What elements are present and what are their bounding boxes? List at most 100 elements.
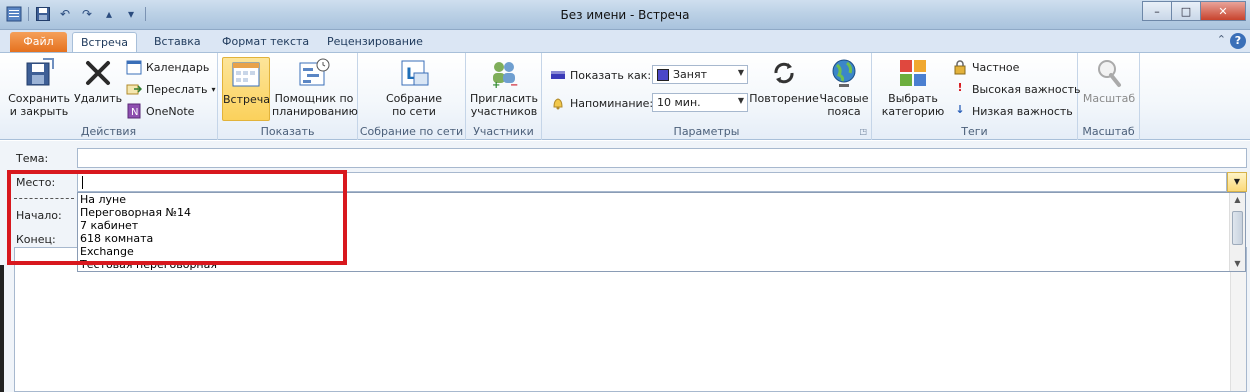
save-close-label: Сохранить и закрыть [8, 92, 70, 118]
lock-icon [952, 59, 968, 75]
online-meeting-icon: L [398, 57, 430, 89]
high-importance-button[interactable]: ! Высокая важность [952, 81, 1080, 97]
categorize-label: Выбрать категорию [881, 92, 945, 118]
left-edge-bar [0, 265, 4, 392]
chevron-down-icon: ▾ [211, 84, 216, 94]
categorize-icon [897, 57, 929, 89]
save-close-icon [23, 57, 55, 89]
arrow-down-icon: ↓ [955, 103, 965, 116]
group-label: Масштаб [1082, 125, 1135, 138]
group-label: Показать [260, 125, 315, 138]
maximize-button[interactable]: □ [1171, 1, 1201, 21]
attendees-icon: + − [488, 57, 520, 91]
onenote-button[interactable]: N OneNote [126, 103, 194, 119]
reminder-value: 10 мин. [657, 96, 701, 109]
appointment-form: Тема: Место: ▼ Начало: Конец: ▲ На луне … [0, 141, 1250, 392]
tab-insert[interactable]: Вставка [146, 32, 209, 52]
svg-text:N: N [131, 107, 138, 118]
group-label: Участники [473, 125, 534, 138]
group-zoom: Масштаб Масштаб [1078, 53, 1140, 140]
chevron-down-icon: ▼ [1233, 177, 1241, 186]
scroll-up-icon[interactable]: ▲ [1230, 193, 1245, 207]
calendar-button[interactable]: Календарь [126, 59, 209, 75]
categorize-button[interactable]: Выбрать категорию [876, 57, 950, 118]
chevron-down-icon: ▼ [737, 68, 744, 77]
low-importance-label: Низкая важность [972, 104, 1073, 118]
recurrence-icon [768, 57, 800, 89]
suggestions-scrollbar[interactable]: ▲ ▼ [1229, 193, 1245, 271]
forward-icon [126, 81, 143, 97]
minimize-button[interactable]: – [1142, 1, 1172, 21]
online-meeting-label: Собрание по сети [385, 92, 443, 118]
invite-attendees-button[interactable]: + − Пригласить участников [470, 57, 538, 118]
private-button[interactable]: Частное [952, 59, 1019, 75]
recurrence-button[interactable]: Повторение [748, 57, 820, 105]
group-label: Собрание по сети [359, 125, 464, 138]
group-label: Действия [80, 125, 137, 138]
reminder-label: Напоминание: [570, 96, 654, 110]
subject-input[interactable] [77, 148, 1247, 168]
ribbon: Сохранить и закрыть Удалить Календарь Пе… [0, 52, 1250, 140]
meeting-icon [230, 58, 262, 90]
forward-button[interactable]: Переслать ▾ [126, 81, 216, 97]
show-as-icon [550, 67, 566, 83]
location-dropdown-button[interactable]: ▼ [1227, 172, 1247, 192]
svg-text:−: − [510, 80, 518, 89]
scheduling-icon [298, 57, 330, 89]
calendar-label: Календарь [146, 60, 210, 74]
group-label: Параметры [673, 125, 740, 138]
group-show: Встреча Помощник по планированию Показат… [218, 53, 358, 140]
scheduling-assistant-button[interactable]: Помощник по планированию [272, 57, 358, 118]
scheduling-label: Помощник по планированию [272, 92, 358, 118]
low-importance-button[interactable]: ↓ Низкая важность [952, 103, 1073, 119]
invite-attendees-label: Пригласить участников [470, 92, 539, 118]
tab-meeting[interactable]: Встреча [72, 32, 137, 53]
time-zones-label: Часовые пояса [819, 92, 869, 118]
window-title: Без имени - Встреча [560, 8, 690, 22]
tab-format-text[interactable]: Формат текста [214, 32, 317, 52]
delete-button[interactable]: Удалить [74, 57, 122, 105]
bell-icon [550, 95, 566, 111]
magnifier-icon [1093, 57, 1125, 89]
group-online-meeting: L Собрание по сети Собрание по сети [358, 53, 466, 140]
recurrence-label: Повторение [749, 92, 819, 105]
subject-label: Тема: [16, 152, 49, 165]
ribbon-tabs: Файл Встреча Вставка Формат текста Рецен… [0, 30, 1250, 53]
forward-label: Переслать [146, 82, 208, 96]
meeting-view-button[interactable]: Встреча [222, 57, 270, 121]
exclamation-icon: ! [957, 81, 963, 94]
zoom-button[interactable]: Масштаб [1082, 57, 1136, 105]
save-close-button[interactable]: Сохранить и закрыть [6, 57, 72, 118]
show-as-select[interactable]: Занят ▼ [652, 65, 748, 84]
show-as-label: Показать как: [570, 68, 652, 82]
delete-label: Удалить [74, 92, 123, 105]
reminder-select[interactable]: 10 мин. ▼ [652, 93, 748, 112]
chevron-down-icon: ▼ [737, 96, 744, 105]
show-as-value: Занят [673, 68, 708, 81]
calendar-icon [126, 59, 142, 75]
time-zones-button[interactable]: Часовые пояса [818, 57, 870, 118]
collapse-ribbon-icon[interactable]: ⌃ [1217, 33, 1226, 46]
group-options: Показать как: Занят ▼ Напоминание: 10 ми… [542, 53, 872, 140]
tab-file[interactable]: Файл [10, 32, 67, 52]
delete-icon [82, 57, 114, 89]
meeting-view-label: Встреча [223, 93, 270, 106]
close-button[interactable]: ✕ [1200, 1, 1246, 21]
zoom-label: Масштаб [1082, 92, 1136, 105]
show-as-label-row: Показать как: [550, 67, 651, 83]
tab-review[interactable]: Рецензирование [319, 32, 431, 52]
online-meeting-button[interactable]: L Собрание по сети [378, 57, 450, 118]
busy-color-swatch [657, 68, 669, 81]
group-actions: Сохранить и закрыть Удалить Календарь Пе… [0, 53, 218, 140]
scroll-down-icon[interactable]: ▼ [1230, 257, 1245, 271]
svg-text:+: + [492, 80, 500, 89]
annotation-highlight-box [7, 170, 347, 265]
group-attendees: + − Пригласить участников Участники [466, 53, 542, 140]
group-tags: Выбрать категорию Частное ! Высокая важн… [872, 53, 1081, 140]
help-icon[interactable]: ? [1230, 33, 1246, 49]
onenote-icon: N [126, 103, 142, 119]
scroll-thumb[interactable] [1232, 211, 1243, 245]
reminder-label-row: Напоминание: [550, 95, 653, 111]
group-label: Теги [961, 125, 988, 138]
private-label: Частное [972, 60, 1020, 74]
